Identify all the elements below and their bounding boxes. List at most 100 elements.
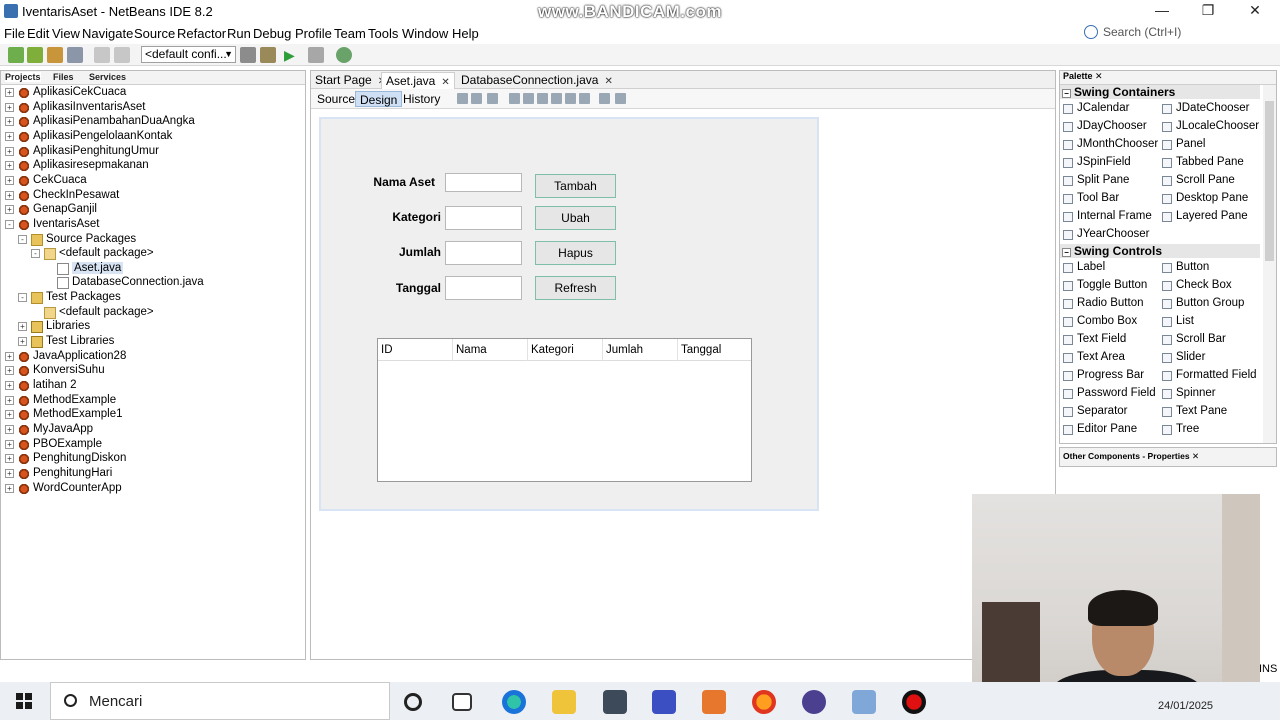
align-center-icon[interactable] [537,93,548,104]
tree-item[interactable]: Aset.java [1,261,301,276]
run-icon[interactable]: ▶ [284,47,300,63]
tree-item[interactable]: + AplikasiPengelolaanKontak [1,130,301,144]
expand-icon[interactable]: + [18,322,27,332]
expand-icon[interactable]: + [5,424,14,434]
column-tanggal[interactable]: Tanggal [678,339,753,361]
visual-studio-code-icon[interactable] [652,690,676,714]
expand-icon[interactable]: + [5,175,14,185]
expand-icon[interactable]: + [5,88,14,97]
minimize-button[interactable]: — [1142,2,1182,22]
tree-item[interactable]: + Aplikasiresepmakanan [1,159,301,173]
menu-source[interactable]: Source [134,26,175,41]
firefox-icon[interactable] [752,690,776,714]
menu-navigate[interactable]: Navigate [82,26,133,41]
profile-icon[interactable] [336,47,352,63]
align-top-icon[interactable] [551,93,562,104]
expand-icon[interactable]: + [18,337,27,347]
expand-icon[interactable]: + [5,102,14,112]
hapus-button[interactable]: Hapus [535,241,616,265]
menu-team[interactable]: Team [334,26,366,41]
expand-icon[interactable]: + [5,146,14,156]
expand-icon[interactable]: + [5,483,14,493]
collapse-icon[interactable]: - [18,293,27,303]
configuration-select[interactable]: <default confi... ▼ [141,46,236,63]
tree-item[interactable]: + PenghitungDiskon [1,452,301,466]
taskbar-search-input[interactable]: Mencari [50,682,390,720]
collapse-icon[interactable]: - [18,234,27,244]
align-left-icon[interactable] [509,93,520,104]
collapse-icon[interactable]: - [5,219,14,229]
column-nama[interactable]: Nama [453,339,528,361]
tab-aset-java[interactable]: Aset.java ✕ [381,72,455,89]
view-source[interactable]: Source [313,91,359,107]
jumlah-field[interactable] [445,241,522,265]
close-tab-icon[interactable]: ✕ [604,76,612,87]
maximize-button[interactable]: ❐ [1188,2,1228,22]
redo-icon[interactable] [114,47,130,63]
column-kategori[interactable]: Kategori [528,339,603,361]
tab-start-page[interactable]: Start Page✕ [311,72,390,89]
nama-aset-field[interactable] [445,173,522,192]
tree-item[interactable]: DatabaseConnection.java [1,276,301,290]
xampp-icon[interactable] [702,690,726,714]
build-icon[interactable] [240,47,256,63]
tree-item[interactable]: + CekCuaca [1,174,301,188]
view-design[interactable]: Design [355,91,403,107]
tree-item[interactable]: + WordCounterApp [1,482,301,496]
tree-item[interactable]: <default package> [1,306,301,320]
tab-services[interactable]: Services [89,72,126,82]
form-design-canvas[interactable]: Nama Aset Kategori Jumlah Tanggal Tambah… [319,117,819,511]
kategori-field[interactable] [445,206,522,230]
task-view-icon[interactable] [452,693,472,711]
connection-mode-icon[interactable] [471,93,482,104]
tree-item[interactable]: + AplikasiPenghitungUmur [1,145,301,159]
label-jumlah[interactable]: Jumlah [361,245,441,259]
tree-item[interactable]: + MyJavaApp [1,423,301,437]
tree-item[interactable]: + AplikasiCekCuaca [1,86,301,100]
align-bottom-icon[interactable] [565,93,576,104]
expand-icon[interactable]: + [5,410,14,420]
close-button[interactable]: ✕ [1235,2,1275,22]
tab-palette[interactable]: Palette ✕ [1060,71,1276,85]
expand-icon[interactable]: + [5,454,14,464]
aset-table[interactable]: ID Nama Kategori Jumlah Tanggal [377,338,752,482]
edge-browser-icon[interactable] [502,690,526,714]
mail-icon[interactable] [603,690,627,714]
expand-icon[interactable]: + [5,161,14,171]
save-all-icon[interactable] [67,47,83,63]
tree-item[interactable]: + latihan 2 [1,379,301,393]
debug-icon[interactable] [308,47,324,63]
label-tanggal[interactable]: Tanggal [361,281,441,295]
menu-view[interactable]: View [52,26,80,41]
close-tab-icon[interactable]: ✕ [441,77,449,88]
view-history[interactable]: History [399,91,444,107]
bandicam-icon[interactable] [902,690,926,714]
tree-item[interactable]: + CheckInPesawat [1,189,301,203]
tree-item[interactable]: + PenghitungHari [1,467,301,481]
tree-item[interactable]: + AplikasiPenambahanDuaAngka [1,115,301,129]
selection-mode-icon[interactable] [457,93,468,104]
expand-icon[interactable]: + [5,205,14,215]
tambah-button[interactable]: Tambah [535,174,616,198]
scrollbar-thumb[interactable] [1265,101,1274,261]
preview-design-icon[interactable] [487,93,498,104]
label-kategori[interactable]: Kategori [361,210,441,224]
netbeans-taskbar-icon[interactable] [852,690,876,714]
properties-title[interactable]: Other Components - Properties ✕ [1063,451,1199,462]
align-right-icon[interactable] [523,93,534,104]
ubah-button[interactable]: Ubah [535,206,616,230]
tab-databaseconnection-java[interactable]: DatabaseConnection.java ✕ [457,72,617,89]
resize-vertical-icon[interactable] [615,93,626,104]
menu-help[interactable]: Help [452,26,479,41]
column-id[interactable]: ID [378,339,453,361]
menu-debug[interactable]: Debug [253,26,291,41]
menu-profile[interactable]: Profile [295,26,332,41]
menu-refactor[interactable]: Refactor [177,26,226,41]
tree-item[interactable]: + JavaApplication28 [1,350,301,364]
expand-icon[interactable]: + [5,395,14,405]
column-jumlah[interactable]: Jumlah [603,339,678,361]
new-project-icon[interactable] [27,47,43,63]
tree-item[interactable]: + GenapGanjil [1,203,301,217]
tab-projects[interactable]: Projects [5,72,41,82]
tanggal-field[interactable] [445,276,522,300]
